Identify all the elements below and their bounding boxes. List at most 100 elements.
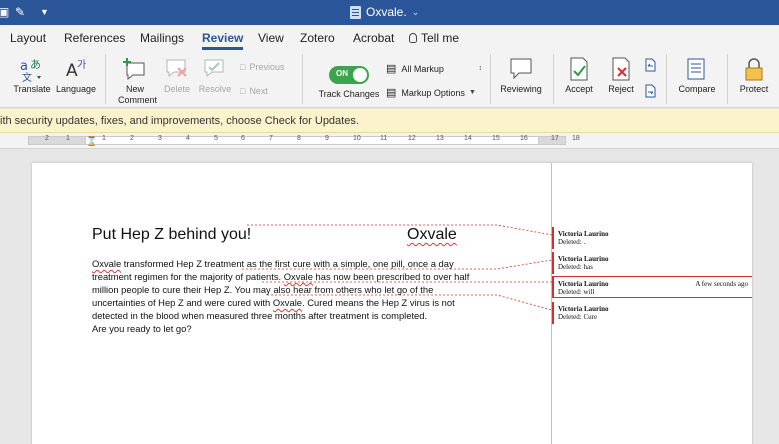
resolve-comment-icon xyxy=(204,59,224,78)
ruler-number: 16 xyxy=(520,135,528,142)
reviewing-pane-button[interactable]: Reviewing xyxy=(496,56,546,95)
ruler-number: 10 xyxy=(353,135,361,142)
next-comment-icon: □ xyxy=(240,86,246,96)
reviewing-pane-icon xyxy=(510,58,532,80)
tell-me-label: Tell me xyxy=(421,31,460,45)
protect-label: Protect xyxy=(739,84,769,94)
markup-options-icon: ▤ xyxy=(386,87,397,99)
reviewing-label: Reviewing xyxy=(500,84,542,94)
tab-layout[interactable]: Layout xyxy=(10,31,46,45)
body-line[interactable]: Are you ready to let go? xyxy=(92,322,512,335)
tab-tell-me[interactable]: Tell me xyxy=(409,31,459,45)
next-change-button[interactable] xyxy=(642,84,658,101)
revision-balloon[interactable]: Victoria Laurino Deleted: has xyxy=(552,252,752,274)
delete-comment-button[interactable]: Delete xyxy=(159,56,195,95)
revision-bar xyxy=(552,252,554,274)
revision-text: Deleted: will xyxy=(558,288,595,296)
word-doc-icon xyxy=(350,5,361,19)
document-page[interactable]: Put Hep Z behind you! Oxvale Oxvale tran… xyxy=(32,163,752,444)
new-comment-button[interactable]: New Comment xyxy=(112,56,158,106)
revision-bar xyxy=(552,277,554,297)
next-label: Next xyxy=(249,86,268,96)
ruler-number: 2 xyxy=(45,135,49,142)
revision-balloon-selected[interactable]: Victoria Laurino Deleted: will A few sec… xyxy=(552,276,752,298)
body-line[interactable]: Oxvale transformed Hep Z treatment as th… xyxy=(92,257,512,270)
update-message-bar: ith security updates, fixes, and improve… xyxy=(0,109,779,133)
toggle-knob xyxy=(353,68,367,82)
resolve-comment-button[interactable]: Resolve xyxy=(197,56,233,95)
text-run: detected in the blood when measured thre… xyxy=(92,310,428,321)
document-canvas[interactable]: Put Hep Z behind you! Oxvale Oxvale tran… xyxy=(0,149,779,444)
tab-mailings[interactable]: Mailings xyxy=(140,31,184,45)
tab-view[interactable]: View xyxy=(258,31,284,45)
revision-text: Deleted: has xyxy=(558,263,593,271)
save-icon[interactable]: ▣ xyxy=(0,5,9,19)
markup-options-button[interactable]: ▤ Markup Options ▼ xyxy=(386,86,482,99)
text-run: uncertainties of Hep Z and were cured wi… xyxy=(92,297,273,308)
ruler-number: 5 xyxy=(214,135,218,142)
ruler-number: 11 xyxy=(380,135,388,142)
body-line[interactable]: detected in the blood when measured thre… xyxy=(92,309,512,322)
track-changes-label: Track Changes xyxy=(318,89,380,99)
document-body[interactable]: Oxvale transformed Hep Z treatment as th… xyxy=(92,257,512,335)
toggle-state: ON xyxy=(336,69,348,78)
translate-button[interactable]: a あ 文 Translate xyxy=(12,56,52,95)
text-run: . Cured means the Hep Z virus is not xyxy=(302,297,455,308)
brand-name[interactable]: Oxvale xyxy=(407,226,457,244)
horizontal-ruler[interactable]: 2 1 1 2 3 4 5 6 7 8 9 10 11 12 13 14 15 16 17 18 ⌛ xyxy=(0,133,779,149)
accept-label: Accept xyxy=(565,84,593,94)
language-icon: A 가 xyxy=(66,59,86,81)
ruler-number: 1 xyxy=(66,135,70,142)
tab-review[interactable]: Review xyxy=(202,31,244,50)
accept-button[interactable]: Accept xyxy=(559,56,599,95)
ribbon-divider xyxy=(553,54,554,104)
revision-author: Victoria Laurino xyxy=(558,255,609,263)
revision-balloon[interactable]: Victoria Laurino Deleted: . xyxy=(552,227,752,249)
ruler-number: 2 xyxy=(130,135,134,142)
compare-label: Compare xyxy=(678,84,716,94)
track-changes-toggle[interactable]: ON xyxy=(329,66,369,84)
text-run: treatment regimen for the majority of pa… xyxy=(92,271,284,282)
body-line[interactable]: uncertainties of Hep Z and were cured wi… xyxy=(92,296,512,309)
previous-label: Previous xyxy=(249,62,285,72)
indent-marker-icon[interactable]: ⌛ xyxy=(86,136,97,147)
tab-zotero[interactable]: Zotero xyxy=(300,31,335,45)
next-comment-button[interactable]: □ Next xyxy=(240,86,268,96)
language-button[interactable]: A 가 Language xyxy=(55,56,97,95)
previous-comment-button[interactable]: □ Previous xyxy=(240,62,284,72)
ribbon-tabs: Layout References Mailings Review View Z… xyxy=(0,25,779,50)
new-comment-icon xyxy=(123,58,145,81)
document-heading[interactable]: Put Hep Z behind you! xyxy=(92,226,251,244)
chevron-down-icon: ⌄ xyxy=(411,6,420,17)
translate-label: Translate xyxy=(13,84,51,94)
reject-button[interactable]: Reject xyxy=(601,56,641,95)
svg-text:あ: あ xyxy=(30,58,41,71)
body-line[interactable]: million people to cure their Hep Z. You … xyxy=(92,283,512,296)
revision-balloon[interactable]: Victoria Laurino Deleted: Cure xyxy=(552,302,752,324)
protect-button[interactable]: Protect xyxy=(733,56,775,95)
body-line[interactable]: treatment regimen for the majority of pa… xyxy=(92,270,512,283)
tab-references[interactable]: References xyxy=(64,31,125,45)
update-message-text: ith security updates, fixes, and improve… xyxy=(0,115,359,127)
ruler-number: 6 xyxy=(241,135,245,142)
language-label: Language xyxy=(55,84,97,94)
ruler-number: 13 xyxy=(436,135,444,142)
revision-bar xyxy=(552,227,554,249)
chevron-down-icon: ▼ xyxy=(468,89,476,96)
spinner-icon: ↕ xyxy=(478,65,483,72)
svg-text:가: 가 xyxy=(77,59,86,71)
lightbulb-icon xyxy=(409,33,417,43)
revision-text: Deleted: . xyxy=(558,238,586,246)
previous-change-button[interactable] xyxy=(642,58,658,75)
ribbon-divider xyxy=(666,54,667,104)
title-bar: ▣ ✎ ▼ Oxvale. ⌄ xyxy=(0,0,779,25)
window-title[interactable]: Oxvale. ⌄ xyxy=(350,5,419,19)
reject-label: Reject xyxy=(608,84,634,94)
edit-icon[interactable]: ✎ xyxy=(15,5,25,19)
markup-view-select[interactable]: ▤ All Markup ↕ xyxy=(386,62,482,75)
lock-icon xyxy=(745,58,763,81)
ruler-number: 8 xyxy=(297,135,301,142)
tab-acrobat[interactable]: Acrobat xyxy=(353,31,394,45)
customize-icon[interactable]: ▼ xyxy=(40,7,49,17)
compare-button[interactable]: Compare xyxy=(672,56,722,95)
